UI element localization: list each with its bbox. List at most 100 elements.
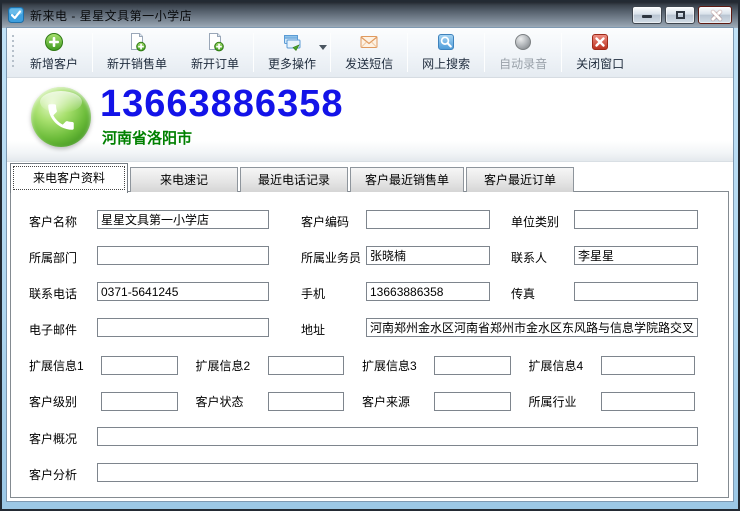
customer-status-label: 客户状态 [196,393,268,410]
web-search-icon [436,32,456,52]
customer-analysis-field[interactable] [97,463,698,482]
phone-icon [31,87,91,147]
close-icon [710,10,721,21]
toolbar-button-label: 更多操作 [268,55,316,72]
form-row: 客户级别 客户状态 客户来源 所属行业 [11,391,728,411]
toolbar-separator [330,33,331,72]
salesperson-label: 所属业务员 [301,249,361,266]
send-sms-button[interactable]: 发送短信 [333,28,405,77]
form-row: 客户概况 [11,427,728,447]
customer-code-label: 客户编码 [301,213,349,230]
close-button[interactable] [698,6,732,24]
toolbar-button-label: 新开订单 [191,55,239,72]
customer-profile-panel: 客户名称 客户编码 单位类别 所属部门 所属业务员 联系人 联系电话 手机 [10,191,729,498]
more-actions-button[interactable]: 更多操作 [256,28,328,77]
toolbar-button-label: 新增客户 [30,55,78,72]
email-field[interactable] [97,318,269,337]
close-window-button[interactable]: 关闭窗口 [564,28,636,77]
fax-label: 传真 [511,285,535,302]
ext-info3-field[interactable] [434,356,511,375]
customer-analysis-label: 客户分析 [29,466,77,483]
customer-status-field[interactable] [268,392,345,411]
call-header: 13663886358 河南省洛阳市 [7,78,733,162]
tab-caller-profile[interactable]: 来电客户资料 [10,163,128,193]
tab-strip: 来电客户资料 来电速记 最近电话记录 客户最近销售单 客户最近订单 [10,162,729,192]
customer-name-field[interactable] [97,210,269,229]
window-controls [632,6,732,24]
ext-info1-field[interactable] [101,356,178,375]
add-customer-button[interactable]: 新增客户 [18,28,90,77]
toolbar-grip-handle[interactable] [11,35,15,70]
form-row: 扩展信息1 扩展信息2 扩展信息3 扩展信息4 [11,355,728,375]
mobile-label: 手机 [301,285,325,302]
new-sales-slip-button[interactable]: 新开销售单 [95,28,179,77]
client-area: 新增客户 新开销售单 [7,28,733,501]
contact-person-label: 联系人 [511,249,547,266]
salesperson-field[interactable] [366,246,490,265]
new-order-icon [205,32,225,52]
industry-label: 所属行业 [529,393,601,410]
maximize-icon [676,11,685,19]
toolbar-separator [92,33,93,72]
mobile-field[interactable] [366,282,490,301]
ext-info3-label: 扩展信息3 [362,357,434,374]
toolbar-separator [407,33,408,72]
customer-code-field[interactable] [366,210,490,229]
ext-info4-field[interactable] [601,356,696,375]
minimize-button[interactable] [632,6,662,24]
toolbar-separator [561,33,562,72]
unit-category-label: 单位类别 [511,213,559,230]
email-label: 电子邮件 [29,321,77,338]
customer-overview-field[interactable] [97,427,698,446]
customer-level-label: 客户级别 [29,393,101,410]
toolbar-separator [484,33,485,72]
caller-number: 13663886358 [100,84,343,124]
ext-info2-field[interactable] [268,356,345,375]
tab-recent-orders[interactable]: 客户最近订单 [466,167,574,192]
new-order-button[interactable]: 新开订单 [179,28,251,77]
department-label: 所属部门 [29,249,77,266]
customer-level-field[interactable] [101,392,178,411]
toolbar-button-label: 关闭窗口 [576,55,624,72]
toolbar: 新增客户 新开销售单 [7,28,733,78]
ext-info1-label: 扩展信息1 [29,357,101,374]
web-search-button[interactable]: 网上搜索 [410,28,482,77]
auto-record-icon [513,32,533,52]
tab-recent-calls[interactable]: 最近电话记录 [240,167,348,192]
toolbar-separator [253,33,254,72]
contact-person-field[interactable] [574,246,698,265]
industry-field[interactable] [601,392,696,411]
department-field[interactable] [97,246,269,265]
form-row: 所属部门 所属业务员 联系人 [11,246,728,266]
toolbar-button-label: 网上搜索 [422,55,470,72]
add-customer-icon [44,32,64,52]
ext-info2-label: 扩展信息2 [196,357,268,374]
customer-source-field[interactable] [434,392,511,411]
toolbar-button-label: 发送短信 [345,55,393,72]
send-sms-icon [359,32,379,52]
address-label: 地址 [301,321,325,338]
title-bar: 新来电 - 星星文具第一小学店 [2,2,738,28]
close-window-icon [590,32,610,52]
dropdown-caret-icon [319,45,327,50]
toolbar-button-label: 自动录音 [499,55,547,72]
ext-info4-label: 扩展信息4 [529,357,601,374]
unit-category-field[interactable] [574,210,698,229]
more-actions-icon [282,32,302,52]
tab-recent-sales-slips[interactable]: 客户最近销售单 [350,167,464,192]
window-title: 新来电 - 星星文具第一小学店 [30,7,192,24]
customer-source-label: 客户来源 [362,393,434,410]
maximize-button[interactable] [665,6,695,24]
new-sales-slip-icon [127,32,147,52]
form-row: 客户分析 [11,463,728,483]
form-row: 电子邮件 地址 [11,318,728,338]
tab-call-notes[interactable]: 来电速记 [130,167,238,192]
form-row: 客户名称 客户编码 单位类别 [11,210,728,230]
phone-field[interactable] [97,282,269,301]
customer-overview-label: 客户概况 [29,430,77,447]
auto-record-button[interactable]: 自动录音 [487,28,559,77]
form-row: 联系电话 手机 传真 [11,282,728,302]
fax-field[interactable] [574,282,698,301]
app-window: 新来电 - 星星文具第一小学店 新增客户 [0,0,740,511]
address-field[interactable] [366,318,698,337]
